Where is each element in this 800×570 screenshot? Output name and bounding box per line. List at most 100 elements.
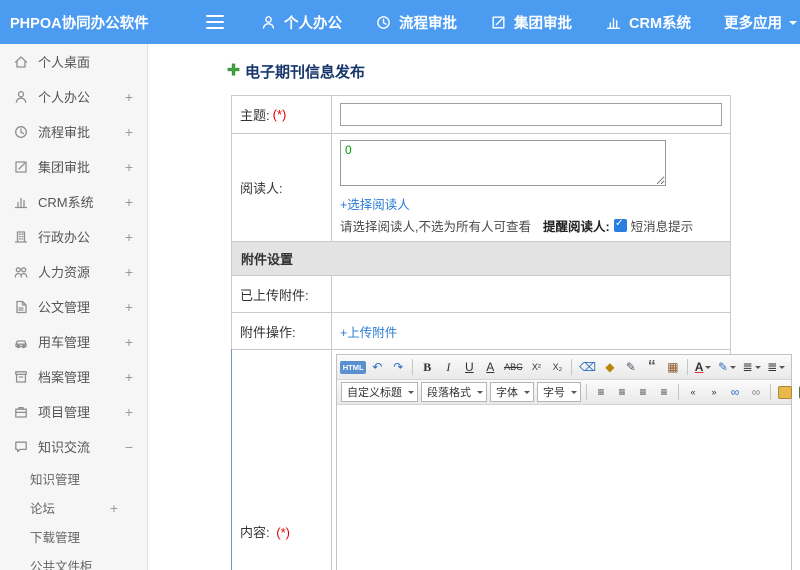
font-size-select[interactable]: 字号 — [537, 382, 581, 402]
nav-crm-system[interactable]: CRM系统 — [605, 12, 691, 33]
sms-checkbox[interactable] — [613, 218, 627, 232]
sidebar-subitem-forum[interactable]: 论坛 + — [0, 493, 147, 522]
uploaded-row: 已上传附件: — [232, 276, 730, 313]
sidebar-subitem-public-file-cabinet[interactable]: 公共文件柜 — [0, 551, 147, 570]
sidebar-item-group-approval[interactable]: 集团审批 + — [0, 149, 147, 184]
sidebar-item-knowledge-exchange[interactable]: 知识交流 − — [0, 429, 147, 464]
sidebar-item-vehicle-management[interactable]: 用车管理 + — [0, 324, 147, 359]
outdent-button[interactable]: « — [683, 382, 703, 402]
nav-label: 更多应用 — [724, 15, 783, 32]
sidebar-item-human-resources[interactable]: 人力资源 + — [0, 254, 147, 289]
undo-button[interactable]: ↶ — [367, 357, 387, 377]
nav-more-apps[interactable]: 更多应用 — [724, 12, 798, 33]
blockquote-button[interactable]: “ — [642, 357, 662, 377]
expand-toggle[interactable]: + — [125, 369, 133, 385]
choose-readers-link[interactable]: +选择阅读人 — [340, 194, 410, 213]
ordered-list-dropdown[interactable]: ≣ — [740, 357, 764, 377]
ops-value-cell: +上传附件 — [332, 313, 730, 349]
upload-attachment-link[interactable]: +上传附件 — [340, 322, 397, 341]
custom-title-select[interactable]: 自定义标题 — [341, 382, 418, 402]
caret-down-icon — [477, 391, 483, 397]
redo-button[interactable]: ↷ — [388, 357, 408, 377]
sidebar-item-personal-desktop[interactable]: 个人桌面 — [0, 44, 147, 79]
expand-toggle[interactable]: + — [125, 89, 133, 105]
nav-process-approval[interactable]: 流程审批 — [375, 12, 457, 33]
readers-value-cell: 0 +选择阅读人 请选择阅读人,不选为所有人可查看 提醒阅读人: 短消息提示 — [332, 134, 730, 241]
sidebar-item-label: 人力资源 — [38, 265, 91, 280]
indent-button[interactable]: » — [704, 382, 724, 402]
bold-button[interactable]: B — [417, 357, 437, 377]
sidebar-item-project-management[interactable]: 项目管理 + — [0, 394, 147, 429]
align-justify-button[interactable]: ≡ — [654, 382, 674, 402]
subscript-button[interactable]: X₂ — [547, 357, 567, 377]
text-color-dropdown[interactable]: A — [692, 357, 714, 377]
superscript-button[interactable]: X² — [526, 357, 546, 377]
table-button[interactable]: ▦ — [663, 357, 683, 377]
nav-group-approval[interactable]: 集团审批 — [490, 12, 572, 33]
italic-button[interactable]: I — [438, 357, 458, 377]
sidebar-subitem-knowledge-management[interactable]: 知识管理 — [0, 464, 147, 493]
required-mark: (*) — [276, 525, 290, 540]
caret-down-icon — [754, 366, 761, 372]
chart-icon — [13, 194, 38, 210]
expand-toggle[interactable]: + — [125, 299, 133, 315]
sidebar-item-label: CRM系统 — [38, 195, 94, 210]
sidebar-item-label: 流程审批 — [38, 125, 91, 140]
readers-textarea[interactable]: 0 — [340, 140, 666, 186]
paragraph-format-select[interactable]: 段落格式 — [421, 382, 487, 402]
sidebar-item-archive-management[interactable]: 档案管理 + — [0, 359, 147, 394]
readers-label: 阅读人: — [240, 181, 283, 196]
align-center-button[interactable]: ≡ — [612, 382, 632, 402]
eraser-button[interactable]: ⌫ — [576, 357, 599, 377]
clock-icon — [375, 14, 392, 31]
nav-label: 个人办公 — [284, 15, 342, 32]
menu-icon[interactable] — [206, 11, 226, 33]
image-button[interactable] — [796, 382, 800, 402]
strikethrough-button[interactable]: ABC — [501, 357, 525, 377]
nav-personal-office[interactable]: 个人办公 — [260, 12, 342, 33]
ops-label-cell: 附件操作: — [232, 313, 332, 349]
toolbar-separator — [678, 384, 679, 400]
expand-toggle[interactable]: + — [125, 334, 133, 350]
sidebar-item-personal-office[interactable]: 个人办公 + — [0, 79, 147, 114]
emotion-button[interactable] — [775, 382, 795, 402]
editor-content-area[interactable] — [337, 405, 791, 570]
underline-button[interactable]: U — [459, 357, 479, 377]
sidebar: 个人桌面 个人办公 + 流程审批 + 集团审批 + CRM系统 + 行政办公 + 人力资源 + 公文管理 +… — [0, 44, 148, 570]
sidebar-subitem-download-management[interactable]: 下载管理 — [0, 522, 147, 551]
sidebar-item-label: 知识交流 — [38, 440, 91, 455]
building-icon — [13, 229, 38, 245]
font-family-select[interactable]: 字体 — [490, 382, 534, 402]
caret-down-icon — [408, 391, 414, 397]
format-paint-button[interactable]: ◆ — [600, 357, 620, 377]
expand-toggle[interactable]: + — [125, 194, 133, 210]
expand-toggle[interactable]: + — [110, 500, 118, 516]
expand-toggle[interactable]: − — [125, 439, 133, 455]
toolbar-separator — [412, 359, 414, 375]
readers-label-cell: 阅读人: — [232, 134, 332, 241]
highlight-color-dropdown[interactable]: ✎ — [715, 357, 739, 377]
expand-toggle[interactable]: + — [125, 264, 133, 280]
html-source-button[interactable]: HTML — [340, 360, 367, 374]
operations-label: 附件操作: — [240, 324, 296, 340]
subject-input[interactable] — [340, 103, 722, 126]
font-button[interactable]: A — [480, 357, 500, 377]
style-button[interactable]: ✎ — [621, 357, 641, 377]
unlink-button[interactable]: ∞ — [746, 382, 766, 402]
expand-toggle[interactable]: + — [125, 159, 133, 175]
sidebar-item-document-management[interactable]: 公文管理 + — [0, 289, 147, 324]
unordered-list-dropdown[interactable]: ≣ — [764, 357, 788, 377]
sidebar-item-label: 个人办公 — [38, 90, 91, 105]
toolbar-separator — [586, 384, 587, 400]
topbar: PHPOA协同办公软件 个人办公 流程审批 集团审批 CRM系统 更多应用 — [0, 0, 800, 44]
align-left-button[interactable]: ≡ — [591, 382, 611, 402]
expand-toggle[interactable]: + — [125, 404, 133, 420]
sidebar-item-process-approval[interactable]: 流程审批 + — [0, 114, 147, 149]
expand-toggle[interactable]: + — [125, 229, 133, 245]
sidebar-item-crm-system[interactable]: CRM系统 + — [0, 184, 147, 219]
expand-toggle[interactable]: + — [125, 124, 133, 140]
align-right-button[interactable]: ≡ — [633, 382, 653, 402]
toolbar-separator — [686, 359, 688, 375]
sidebar-item-admin-office[interactable]: 行政办公 + — [0, 219, 147, 254]
link-button[interactable]: ∞ — [725, 382, 745, 402]
